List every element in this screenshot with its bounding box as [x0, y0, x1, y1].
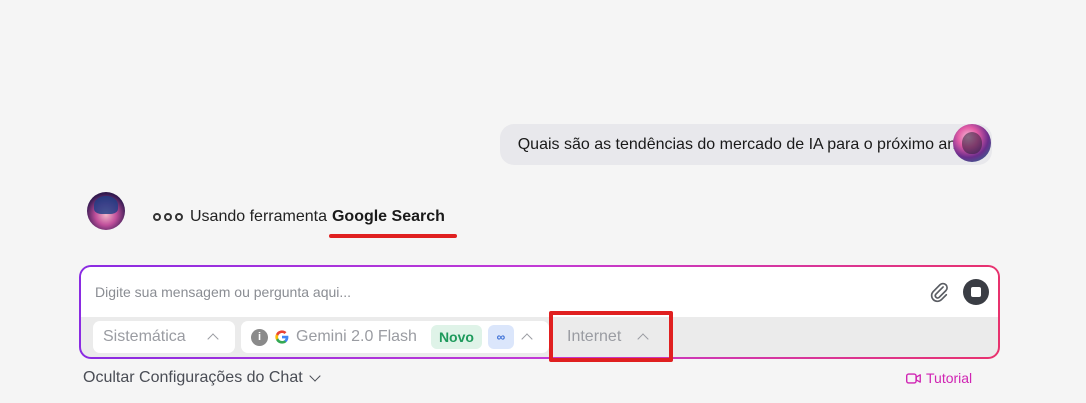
message-input[interactable]	[95, 284, 895, 300]
chevron-up-icon	[521, 333, 533, 345]
hide-settings-label: Ocultar Configurações do Chat	[83, 369, 303, 386]
message-input-area	[81, 267, 998, 317]
chevron-down-icon	[309, 370, 321, 382]
user-avatar	[953, 124, 991, 162]
assistant-avatar	[87, 192, 125, 230]
loading-dots-icon	[153, 213, 183, 221]
model-select[interactable]: i Gemini 2.0 Flash Novo ∞	[241, 321, 549, 353]
infinity-badge: ∞	[487, 325, 514, 349]
new-badge: Novo	[430, 325, 482, 349]
tool-name: Google Search	[331, 208, 445, 225]
tool-status: Usando ferramenta Google Search	[153, 208, 445, 226]
annotation-box	[549, 311, 673, 362]
stop-button[interactable]	[963, 279, 989, 305]
user-message-row: Quais são as tendências do mercado de IA…	[499, 124, 992, 165]
info-icon[interactable]: i	[251, 328, 268, 346]
mode-select-value: Sistemática	[103, 328, 186, 345]
stop-icon	[971, 287, 981, 297]
chat-page: Quais são as tendências do mercado de IA…	[0, 0, 1086, 403]
tutorial-link[interactable]: Tutorial	[906, 370, 972, 386]
model-select-value: Gemini 2.0 Flash	[296, 328, 417, 345]
annotation-underline	[329, 234, 457, 238]
composer-inner: Sistemática i Gemini 2.0 Flash Novo ∞	[81, 267, 998, 357]
tutorial-label: Tutorial	[926, 370, 973, 386]
chevron-up-icon	[207, 333, 219, 345]
mode-select[interactable]: Sistemática	[93, 321, 235, 353]
message-composer: Sistemática i Gemini 2.0 Flash Novo ∞	[79, 265, 1000, 359]
google-icon	[275, 330, 289, 344]
user-message-bubble: Quais são as tendências do mercado de IA…	[499, 124, 992, 165]
video-camera-icon	[906, 372, 921, 384]
hide-settings-toggle[interactable]: Ocultar Configurações do Chat	[83, 369, 321, 387]
paperclip-icon[interactable]	[928, 281, 950, 303]
tool-status-prefix: Usando ferramenta	[190, 208, 327, 225]
